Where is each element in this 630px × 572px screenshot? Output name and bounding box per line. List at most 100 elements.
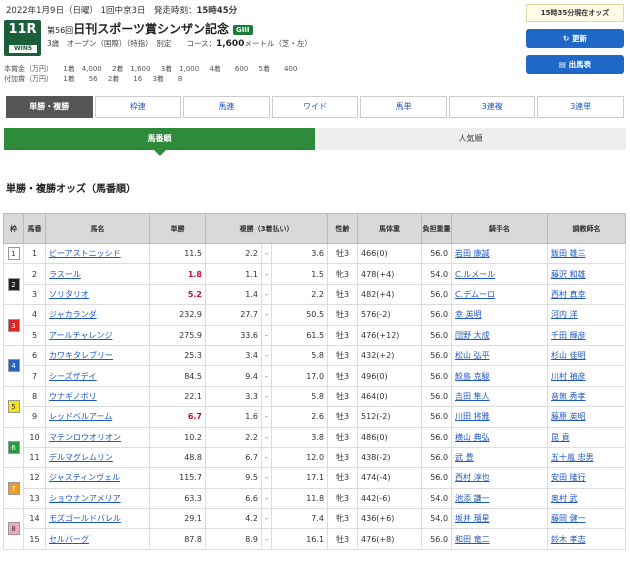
jockey-link[interactable]: 和田 竜二 xyxy=(455,535,490,544)
runners-button[interactable]: ▤ 出馬表 xyxy=(526,55,624,74)
trainer-link[interactable]: 西村 真幸 xyxy=(551,290,586,299)
body-weight-cell: 512(-2) xyxy=(357,406,423,428)
jockey-link[interactable]: 横山 典弘 xyxy=(455,433,490,442)
horse-name-link[interactable]: レッドベルアーム xyxy=(49,412,112,421)
jockey-link-cell: 坂井 瑠星 xyxy=(451,508,549,530)
trainer-link[interactable]: 河内 洋 xyxy=(551,310,578,319)
body-weight: 474(-4) xyxy=(361,473,391,483)
horse-name-link-cell: ビーアストニッシド xyxy=(45,242,150,265)
place-odds-low: 3.4 xyxy=(245,351,258,361)
horse-name-link[interactable]: ウナギノボリ xyxy=(49,392,97,401)
horse-number-cell: 13 xyxy=(23,487,46,510)
tab-trifecta[interactable]: 3連単 xyxy=(537,96,625,118)
horse-name-link[interactable]: アールチャレンジ xyxy=(49,331,112,340)
trainer-link[interactable]: 杉山 佳明 xyxy=(551,351,586,360)
horse-name-link[interactable]: ビーアストニッシド xyxy=(49,249,121,258)
sex-age: 牡3 xyxy=(335,351,350,361)
jockey-link[interactable]: 武 豊 xyxy=(455,453,474,462)
place-odds-low: 9.4 xyxy=(245,371,258,381)
horse-name-link[interactable]: ラスール xyxy=(49,270,81,279)
trainer-link[interactable]: 藤岡 健一 xyxy=(551,514,586,523)
place-odds-low-cell: 4.2 xyxy=(205,508,262,530)
tab-bracket-quinella[interactable]: 枠連 xyxy=(94,96,182,118)
horse-name-link[interactable]: モズゴールドバレル xyxy=(49,514,121,523)
place-odds-high-cell: 11.8 xyxy=(270,487,329,510)
jockey-link[interactable]: 岩田 康誠 xyxy=(455,249,490,258)
trainer-link[interactable]: 音無 秀孝 xyxy=(551,392,586,401)
jockey-link[interactable]: 鮫島 克駿 xyxy=(455,372,490,381)
place-odds-low-cell: 1.1 xyxy=(205,263,262,285)
jockey-link[interactable]: 幸 英明 xyxy=(455,310,482,319)
waku-cell: 8 xyxy=(3,508,24,550)
horse-name-link-cell: ソリタリオ xyxy=(45,283,150,306)
jockey-link[interactable]: 西村 淳也 xyxy=(455,473,490,482)
sex-age-cell: 牡3 xyxy=(327,446,359,469)
body-weight-cell: 496(0) xyxy=(357,365,423,387)
jockey-link[interactable]: 松山 弘平 xyxy=(455,351,490,360)
jockey-link[interactable]: 坂井 瑠星 xyxy=(455,514,490,523)
place-odds-low: 3.3 xyxy=(245,391,258,401)
horse-name-link[interactable]: ジャスティンヴェル xyxy=(49,473,120,482)
horse-name-link[interactable]: ソリタリオ xyxy=(49,290,89,299)
jockey-link[interactable]: 団野 大成 xyxy=(455,331,490,340)
trainer-link[interactable]: 藤沢 和雄 xyxy=(551,270,586,279)
trainer-link[interactable]: 昆 貢 xyxy=(551,433,570,442)
table-row: 13 ショウナンアメリア 63.3 6.6- 11.8 牝3 442(-6) 54.0 池添 謙… xyxy=(4,487,627,510)
win-odds: 275.9 xyxy=(179,330,202,340)
horse-name-link[interactable]: セルバーグ xyxy=(49,535,89,544)
horse-name-link[interactable]: ジャカランダ xyxy=(49,310,97,319)
trainer-link[interactable]: 千田 輝彦 xyxy=(551,331,586,340)
horse-name-link[interactable]: マテンロウオリオン xyxy=(49,433,121,442)
horse-name-link[interactable]: デルマグレムリン xyxy=(49,453,113,462)
place-range-separator: - xyxy=(261,385,272,408)
horse-number: 5 xyxy=(31,330,38,340)
jockey-link[interactable]: 吉田 隼人 xyxy=(455,392,490,401)
tab-sort-by-number[interactable]: 馬番順 xyxy=(4,128,315,156)
tab-quinella[interactable]: 馬連 xyxy=(183,96,270,118)
sex-age: 牡3 xyxy=(335,412,350,422)
jockey-link[interactable]: C.ルメール xyxy=(455,270,495,279)
trainer-link[interactable]: 安田 隆行 xyxy=(551,473,586,482)
body-weight-cell: 438(-2) xyxy=(357,446,423,469)
horse-name-link[interactable]: カワキタレブリー xyxy=(49,351,113,360)
trainer-link[interactable]: 藤原 英昭 xyxy=(551,412,586,421)
carried-weight-cell: 56.0 xyxy=(421,446,453,469)
prize-value: 2着 1,600 xyxy=(111,65,151,73)
sex-age-cell: 牡3 xyxy=(327,528,359,550)
win-odds: 22.1 xyxy=(184,391,202,401)
win-odds: 115.7 xyxy=(179,473,202,483)
sex-age: 牡3 xyxy=(335,310,350,320)
horse-name-link-cell: デルマグレムリン xyxy=(45,446,150,469)
horse-name-link[interactable]: シーズザデイ xyxy=(49,372,97,381)
sex-age: 牡3 xyxy=(335,391,350,401)
sex-age: 牡3 xyxy=(335,330,350,340)
trainer-link[interactable]: 鈴木 孝志 xyxy=(551,535,586,544)
place-odds-high-cell: 16.1 xyxy=(270,528,329,550)
horse-number-cell: 14 xyxy=(23,508,46,530)
tab-wide[interactable]: ワイド xyxy=(271,96,359,118)
trainer-link[interactable]: 奥村 武 xyxy=(551,494,578,503)
tab-trio[interactable]: 3連複 xyxy=(448,96,536,118)
table-row: 11 デルマグレムリン 48.8 6.7- 12.0 牡3 438(-2) 56.0 武 豊 五十… xyxy=(4,446,627,469)
tab-exacta[interactable]: 馬単 xyxy=(360,96,447,118)
table-row: 3 ソリタリオ 5.2 1.4- 2.2 牡3 482(+4) 56.0 C.デムーロ 西村 真幸 xyxy=(4,283,627,306)
place-odds-low: 6.7 xyxy=(245,453,258,463)
waku-cell: 4 xyxy=(3,344,24,387)
tab-sort-by-popularity[interactable]: 人気順 xyxy=(315,128,626,150)
trainer-link-cell: 杉山 佳明 xyxy=(547,344,627,367)
win-odds: 6.7 xyxy=(187,412,202,422)
trainer-link[interactable]: 五十嵐 忠男 xyxy=(551,453,594,462)
jockey-link[interactable]: C.デムーロ xyxy=(455,290,495,299)
horse-name-link[interactable]: ショウナンアメリア xyxy=(49,494,121,503)
jockey-link[interactable]: 川田 将雅 xyxy=(455,412,490,421)
trainer-link[interactable]: 飯田 雄三 xyxy=(551,249,586,258)
trainer-link[interactable]: 川村 禎彦 xyxy=(551,372,586,381)
body-weight-cell: 432(+2) xyxy=(357,344,423,367)
refresh-button[interactable]: ↻ 更新 xyxy=(526,29,624,48)
place-odds-low-cell: 6.6 xyxy=(205,487,262,510)
prize-info: 本賞金（万円） 1着 4,000 2着 1,600 3着 1,000 4着 60… xyxy=(4,64,305,84)
tab-win-place[interactable]: 単勝・複勝 xyxy=(6,96,93,118)
prize-label: 本賞金（万円） xyxy=(4,65,53,73)
place-odds-low-cell: 9.5 xyxy=(205,467,262,489)
jockey-link[interactable]: 池添 謙一 xyxy=(455,494,490,503)
